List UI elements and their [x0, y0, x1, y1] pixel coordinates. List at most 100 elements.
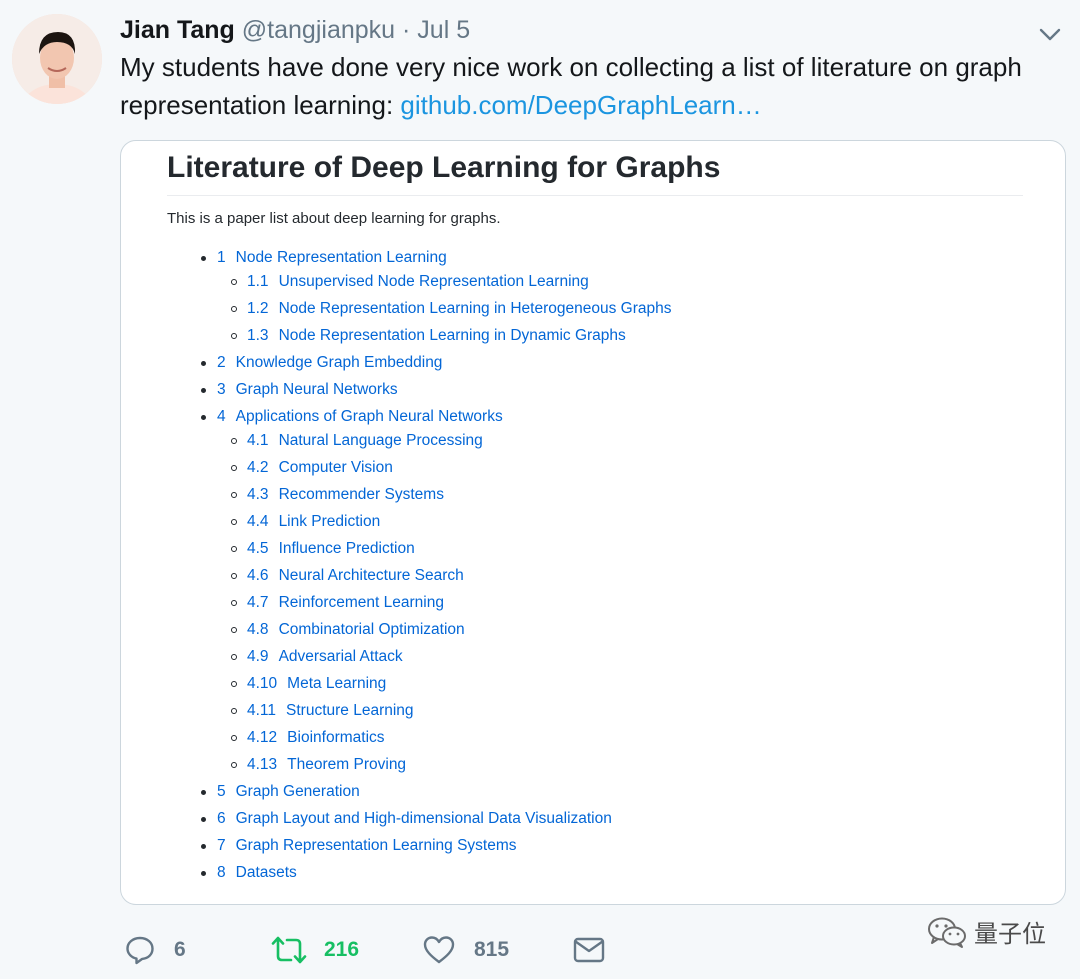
- retweet-icon: [271, 936, 307, 964]
- toc-item-label: Datasets: [235, 864, 297, 881]
- link-card[interactable]: Literature of Deep Learning for Graphs T…: [120, 140, 1066, 905]
- speech-bubble-icon: [126, 936, 154, 965]
- author-handle[interactable]: @tangjianpku: [242, 16, 395, 44]
- toc-item[interactable]: 3 Graph Neural Networks: [201, 380, 398, 400]
- toc-item-label: Bioinformatics: [287, 729, 385, 746]
- retweet-button[interactable]: 216: [270, 930, 359, 970]
- toc-item[interactable]: 5 Graph Generation: [201, 782, 360, 802]
- toc-item-number: 1.1: [247, 273, 269, 290]
- chevron-down-icon[interactable]: [1036, 20, 1064, 48]
- toc-item-label: Graph Generation: [235, 783, 360, 800]
- toc-item-label: Structure Learning: [286, 702, 414, 719]
- bullet-circle-icon: [231, 333, 237, 339]
- toc-item[interactable]: 4.12 Bioinformatics: [231, 728, 385, 748]
- bullet-disc-icon: [201, 361, 206, 366]
- toc-item-number: 8: [217, 864, 226, 881]
- bullet-disc-icon: [201, 844, 206, 849]
- toc-item[interactable]: 8 Datasets: [201, 863, 297, 883]
- toc-item-label: Knowledge Graph Embedding: [235, 354, 443, 371]
- toc-item-label: Graph Representation Learning Systems: [235, 837, 517, 854]
- toc-item-label: Meta Learning: [287, 675, 387, 692]
- toc-item-label: Unsupervised Node Representation Learnin…: [278, 273, 589, 290]
- bullet-circle-icon: [231, 279, 237, 285]
- toc-item[interactable]: 1.1 Unsupervised Node Representation Lear…: [231, 272, 589, 292]
- toc-item[interactable]: 4.8 Combinatorial Optimization: [231, 620, 465, 640]
- bullet-disc-icon: [201, 817, 206, 822]
- toc-item[interactable]: 4.2 Computer Vision: [231, 458, 393, 478]
- bullet-circle-icon: [231, 519, 237, 525]
- avatar[interactable]: [12, 14, 102, 104]
- toc-item[interactable]: 4.4 Link Prediction: [231, 512, 381, 532]
- toc-item-number: 4.3: [247, 486, 269, 503]
- toc-item[interactable]: 1.3 Node Representation Learning in Dynam…: [231, 326, 626, 346]
- toc-item-label: Applications of Graph Neural Networks: [235, 408, 503, 425]
- bullet-circle-icon: [231, 762, 237, 768]
- toc-item[interactable]: 4.5 Influence Prediction: [231, 539, 415, 559]
- watermark: 量子位: [926, 914, 1046, 949]
- toc-item[interactable]: 1.2 Node Representation Learning in Heter…: [231, 299, 672, 319]
- toc-item-number: 2: [217, 354, 226, 371]
- toc-item-label: Natural Language Processing: [278, 432, 483, 449]
- toc-item[interactable]: 4.1 Natural Language Processing: [231, 431, 483, 451]
- toc-item-number: 1.2: [247, 300, 269, 317]
- toc-item[interactable]: 4 Applications of Graph Neural Networks: [201, 407, 503, 427]
- toc-item-number: 4.1: [247, 432, 269, 449]
- toc-item-number: 4.9: [247, 648, 269, 665]
- tweet-text: My students have done very nice work on …: [120, 48, 1060, 124]
- toc-item[interactable]: 7 Graph Representation Learning Systems: [201, 836, 517, 856]
- toc-item-number: 1: [217, 249, 226, 266]
- toc-item-label: Link Prediction: [278, 513, 381, 530]
- message-button[interactable]: [572, 930, 606, 970]
- toc-item-label: Recommender Systems: [278, 486, 444, 503]
- toc-item-number: 4.10: [247, 675, 278, 692]
- toc-item-number: 7: [217, 837, 226, 854]
- bullet-circle-icon: [231, 546, 237, 552]
- toc-item-label: Node Representation Learning: [235, 249, 447, 266]
- tweet-header: Jian Tang @tangjianpku · Jul 5: [120, 14, 470, 46]
- toc-item-number: 4.8: [247, 621, 269, 638]
- tweet-date[interactable]: Jul 5: [417, 16, 470, 44]
- wechat-icon: [928, 917, 966, 948]
- toc-item[interactable]: 4.11 Structure Learning: [231, 701, 414, 721]
- bullet-circle-icon: [231, 492, 237, 498]
- toc-item[interactable]: 4.6 Neural Architecture Search: [231, 566, 464, 586]
- toc-item-number: 4.7: [247, 594, 269, 611]
- toc-item[interactable]: 1 Node Representation Learning: [201, 248, 447, 268]
- toc-item[interactable]: 4.3 Recommender Systems: [231, 485, 444, 505]
- toc-item[interactable]: 2 Knowledge Graph Embedding: [201, 353, 443, 373]
- toc-item-number: 4.11: [247, 702, 277, 719]
- toc-item-number: 4.5: [247, 540, 269, 557]
- like-button[interactable]: 815: [422, 930, 509, 970]
- author-name[interactable]: Jian Tang: [120, 16, 235, 44]
- bullet-disc-icon: [201, 790, 206, 795]
- bullet-disc-icon: [201, 415, 206, 420]
- bullet-circle-icon: [231, 306, 237, 312]
- toc-item-number: 4.2: [247, 459, 269, 476]
- toc-item[interactable]: 4.10 Meta Learning: [231, 674, 387, 694]
- toc-item-label: Computer Vision: [278, 459, 393, 476]
- bullet-disc-icon: [201, 256, 206, 261]
- toc-item[interactable]: 4.9 Adversarial Attack: [231, 647, 403, 667]
- toc-item[interactable]: 4.7 Reinforcement Learning: [231, 593, 444, 613]
- toc-item-label: Node Representation Learning in Dynamic …: [278, 327, 626, 344]
- toc-item-number: 3: [217, 381, 226, 398]
- bullet-circle-icon: [231, 708, 237, 714]
- toc-item-label: Theorem Proving: [287, 756, 407, 773]
- toc-item-label: Node Representation Learning in Heteroge…: [278, 300, 672, 317]
- like-count: 815: [474, 938, 510, 961]
- bullet-disc-icon: [201, 388, 206, 393]
- bullet-circle-icon: [231, 681, 237, 687]
- reply-button[interactable]: 6: [124, 930, 186, 970]
- bullet-circle-icon: [231, 438, 237, 444]
- toc-item[interactable]: 6 Graph Layout and High-dimensional Data …: [201, 809, 612, 829]
- toc-item-label: Adversarial Attack: [278, 648, 403, 665]
- reply-count: 6: [174, 938, 186, 961]
- tweet-link[interactable]: github.com/DeepGraphLearn…: [400, 90, 761, 120]
- heart-icon: [423, 936, 455, 964]
- bullet-circle-icon: [231, 627, 237, 633]
- toc-item[interactable]: 4.13 Theorem Proving: [231, 755, 407, 775]
- toc-item-number: 4.6: [247, 567, 269, 584]
- bullet-circle-icon: [231, 465, 237, 471]
- envelope-icon: [573, 937, 605, 963]
- toc-item-number: 4.13: [247, 756, 278, 773]
